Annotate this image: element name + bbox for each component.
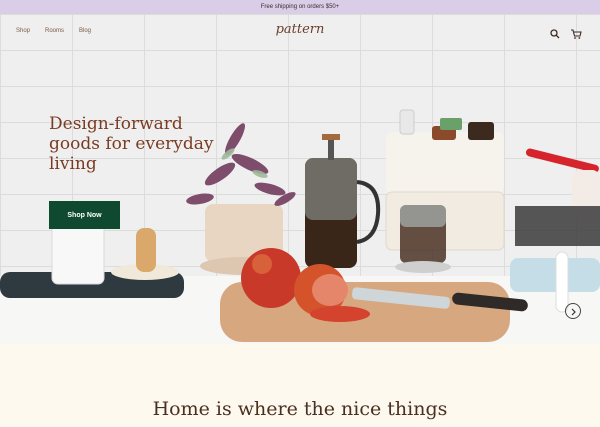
hero-banner bbox=[0, 14, 600, 344]
main-nav: Shop Rooms Blog pattern bbox=[0, 14, 600, 50]
search-icon[interactable] bbox=[549, 27, 561, 39]
hero-headline: Design-forward goods for everyday living bbox=[49, 114, 214, 174]
cart-icon[interactable] bbox=[570, 27, 582, 39]
hero-photo bbox=[0, 109, 600, 342]
arrow-right-icon bbox=[571, 308, 576, 316]
brand-logo[interactable]: pattern bbox=[268, 22, 332, 37]
nav-link-blog[interactable]: Blog bbox=[79, 28, 91, 34]
announcement-bar: Free shipping on orders $50+ bbox=[0, 0, 600, 14]
announcement-text: Free shipping on orders $50+ bbox=[260, 4, 340, 10]
nav-link-rooms[interactable]: Rooms bbox=[45, 28, 64, 34]
hero-next-button[interactable] bbox=[565, 303, 581, 319]
section-heading: Home is where the nice things bbox=[152, 398, 448, 420]
shop-now-button[interactable]: Shop Now bbox=[49, 201, 120, 229]
nav-link-shop[interactable]: Shop bbox=[16, 28, 30, 34]
